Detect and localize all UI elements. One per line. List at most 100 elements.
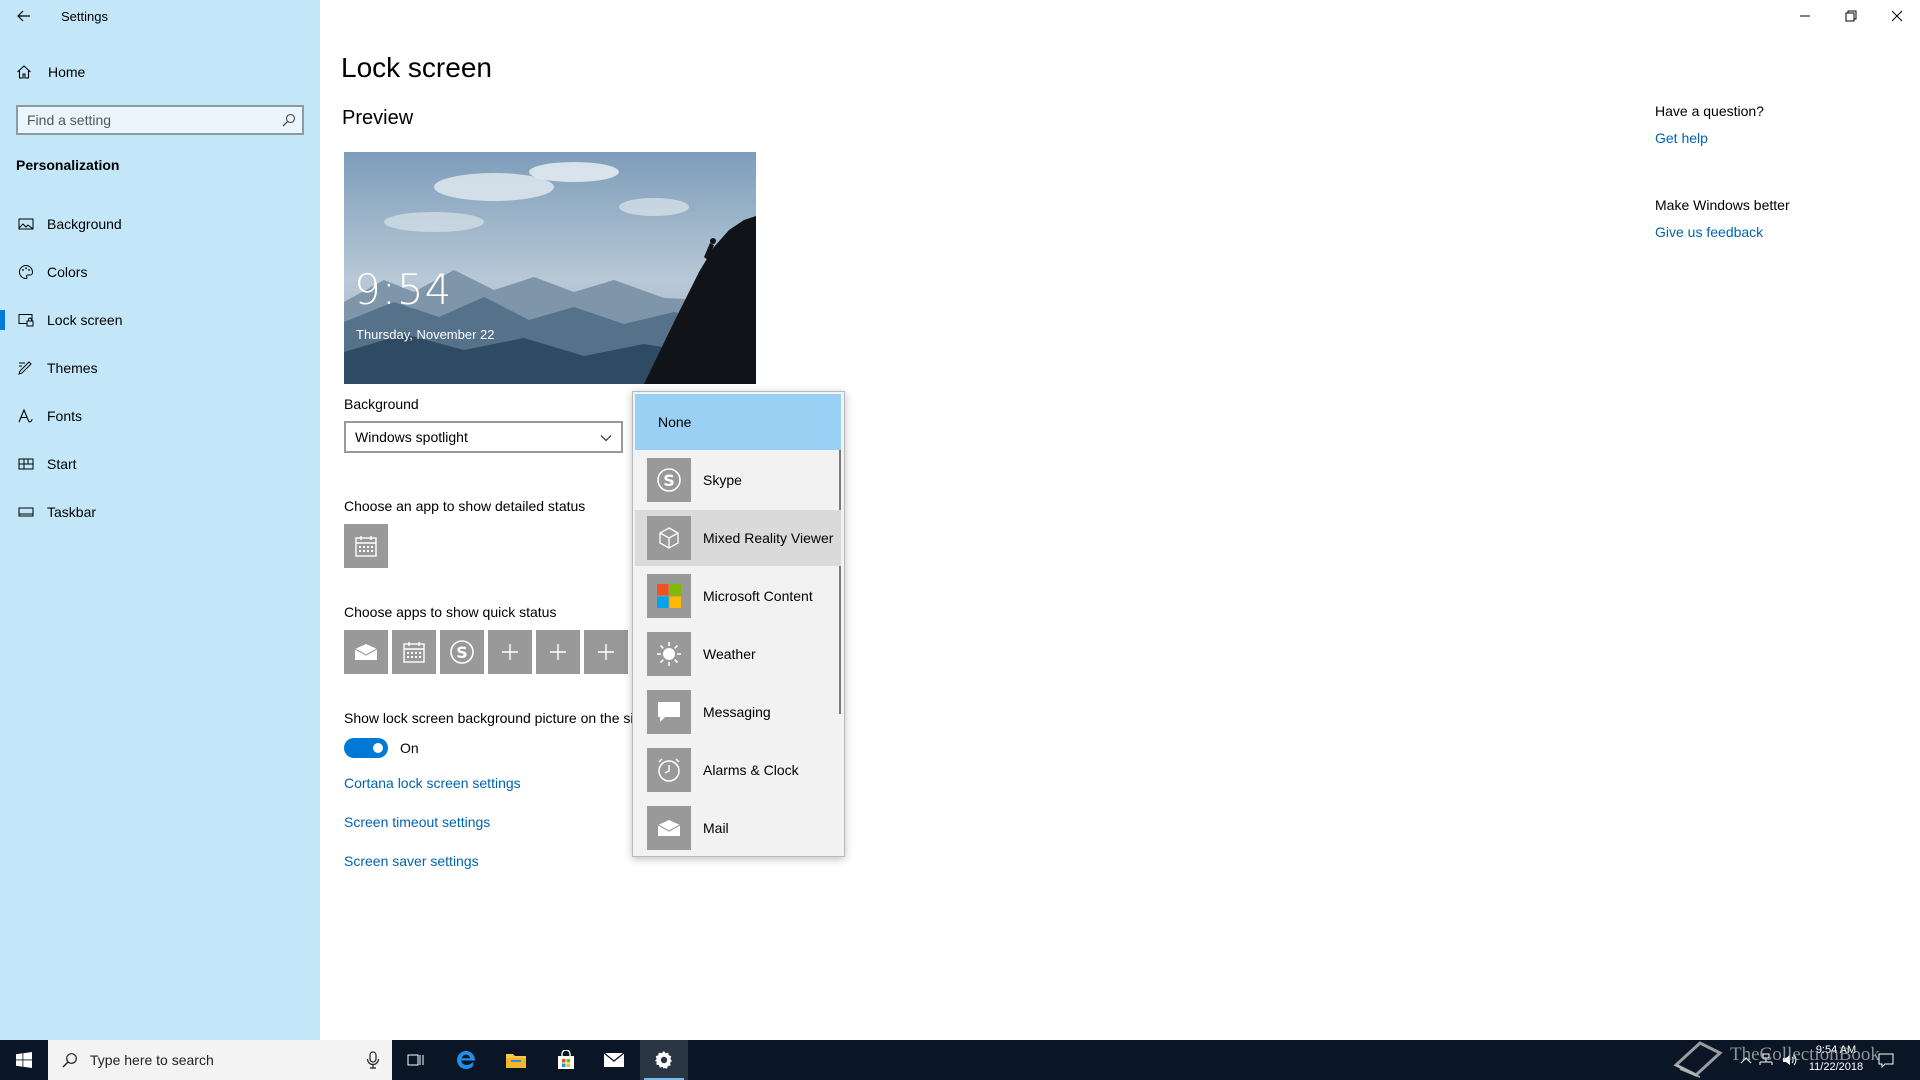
folder-icon bbox=[506, 1054, 526, 1068]
sidebar-item-label: Home bbox=[48, 64, 86, 80]
sidebar-item-themes[interactable]: Themes bbox=[0, 348, 320, 388]
taskbar-file-explorer-button[interactable] bbox=[492, 1040, 540, 1080]
taskbar-mail-button[interactable] bbox=[590, 1040, 638, 1080]
mail-icon bbox=[354, 644, 378, 660]
background-dropdown[interactable]: Windows spotlight bbox=[344, 421, 623, 453]
taskbar-settings-button[interactable] bbox=[640, 1040, 688, 1080]
task-view-button[interactable] bbox=[392, 1040, 440, 1080]
picker-option-mixed-reality-viewer[interactable]: Mixed Reality Viewer bbox=[635, 510, 841, 566]
picker-option-microsoft-content[interactable]: Microsoft Content bbox=[635, 568, 841, 624]
picker-option-messaging[interactable]: Messaging bbox=[635, 684, 841, 740]
preview-heading: Preview bbox=[342, 107, 414, 129]
preview-date: Thursday, November 22 bbox=[356, 327, 495, 342]
sidebar-item-lock-screen[interactable]: Lock screen bbox=[0, 300, 320, 340]
close-icon bbox=[1891, 10, 1903, 22]
detailed-status-label: Choose an app to show detailed status bbox=[344, 498, 586, 514]
network-button[interactable] bbox=[1754, 1040, 1778, 1080]
sidebar-item-start[interactable]: Start bbox=[0, 444, 320, 484]
quick-status-add-button-1[interactable] bbox=[488, 630, 532, 674]
gear-icon bbox=[655, 1051, 672, 1069]
brush-icon bbox=[16, 360, 36, 376]
sidebar-item-label: Fonts bbox=[47, 408, 83, 424]
back-arrow-icon bbox=[17, 10, 30, 22]
have-a-question-heading: Have a question? bbox=[1655, 103, 1764, 119]
clock-icon bbox=[647, 748, 691, 792]
taskbar-search-placeholder: Type here to search bbox=[90, 1052, 214, 1068]
quick-status-add-button-3[interactable] bbox=[584, 630, 628, 674]
quick-status-add-button-2[interactable] bbox=[536, 630, 580, 674]
calendar-icon bbox=[355, 536, 377, 557]
picker-option-label: Skype bbox=[703, 472, 742, 488]
section-heading: Personalization bbox=[16, 157, 120, 173]
lock-screen-icon bbox=[16, 312, 36, 328]
picker-option-label: Weather bbox=[703, 646, 756, 662]
search-icon[interactable] bbox=[282, 113, 296, 127]
toggle-state-label: On bbox=[400, 740, 419, 756]
lock-screen-preview: 9:54 Thursday, November 22 bbox=[344, 152, 756, 384]
skype-icon: S bbox=[647, 458, 691, 502]
start-button[interactable] bbox=[0, 1040, 48, 1080]
sidebar-item-colors[interactable]: Colors bbox=[0, 252, 320, 292]
background-label: Background bbox=[344, 396, 419, 412]
network-icon bbox=[1759, 1053, 1773, 1065]
sidebar-item-label: Taskbar bbox=[47, 504, 97, 520]
picker-option-weather[interactable]: Weather bbox=[635, 626, 841, 682]
sidebar-item-background[interactable]: Background bbox=[0, 204, 320, 244]
picker-option-none[interactable]: None bbox=[635, 394, 841, 450]
search-box[interactable] bbox=[16, 105, 304, 135]
taskbar-clock-date[interactable]: 11/22/2018 bbox=[1800, 1061, 1872, 1073]
chevron-down-icon bbox=[600, 435, 612, 442]
quick-status-mail-button[interactable] bbox=[344, 630, 388, 674]
cortana-lock-screen-settings-link[interactable]: Cortana lock screen settings bbox=[344, 775, 521, 791]
minimize-button[interactable] bbox=[1782, 0, 1828, 32]
restore-button[interactable] bbox=[1828, 0, 1874, 32]
taskbar-clock-time[interactable]: 9:54 AM bbox=[1808, 1044, 1864, 1056]
signin-background-label: Show lock screen background picture on t… bbox=[344, 710, 634, 726]
store-bag-icon bbox=[558, 1050, 574, 1069]
detailed-status-app-button[interactable] bbox=[344, 524, 388, 568]
picker-option-label: None bbox=[658, 414, 692, 430]
picker-option-mail[interactable]: Mail bbox=[635, 800, 841, 856]
sidebar: Settings Home Personalization Background… bbox=[0, 0, 320, 1040]
microphone-icon[interactable] bbox=[366, 1051, 380, 1069]
skype-icon: S bbox=[450, 640, 474, 664]
notification-icon bbox=[1878, 1053, 1894, 1068]
taskbar-edge-button[interactable] bbox=[442, 1040, 490, 1080]
windows-logo-icon bbox=[16, 1052, 32, 1068]
back-button[interactable] bbox=[10, 4, 38, 28]
sidebar-item-label: Background bbox=[47, 216, 122, 232]
picker-option-label: Alarms & Clock bbox=[703, 762, 799, 778]
picker-option-label: Mixed Reality Viewer bbox=[703, 530, 834, 546]
picker-option-alarms-clock[interactable]: Alarms & Clock bbox=[635, 742, 841, 798]
quick-status-calendar-button[interactable] bbox=[392, 630, 436, 674]
signin-background-toggle[interactable] bbox=[344, 738, 388, 758]
sidebar-item-fonts[interactable]: Fonts bbox=[0, 396, 320, 436]
palette-icon bbox=[16, 264, 36, 280]
restore-icon bbox=[1845, 10, 1857, 22]
give-feedback-link[interactable]: Give us feedback bbox=[1655, 224, 1763, 240]
svg-text:S: S bbox=[663, 471, 675, 490]
sidebar-item-home[interactable]: Home bbox=[0, 52, 320, 92]
taskbar-store-button[interactable] bbox=[542, 1040, 590, 1080]
screen-timeout-settings-link[interactable]: Screen timeout settings bbox=[344, 814, 490, 830]
search-input[interactable] bbox=[18, 112, 268, 128]
sun-icon bbox=[647, 632, 691, 676]
taskbar-search-box[interactable]: Type here to search bbox=[48, 1040, 392, 1080]
action-center-button[interactable] bbox=[1866, 1040, 1906, 1080]
home-icon bbox=[14, 64, 34, 80]
search-icon bbox=[62, 1053, 77, 1068]
get-help-link[interactable]: Get help bbox=[1655, 130, 1708, 146]
font-icon bbox=[16, 408, 36, 424]
calendar-icon bbox=[403, 642, 425, 663]
quick-status-app-picker: None S Skype Mixed Reality Viewer Micros… bbox=[632, 391, 845, 857]
chevron-up-icon bbox=[1740, 1057, 1752, 1064]
quick-status-skype-button[interactable]: S bbox=[440, 630, 484, 674]
volume-button[interactable] bbox=[1778, 1040, 1802, 1080]
sidebar-item-label: Start bbox=[47, 456, 77, 472]
screen-saver-settings-link[interactable]: Screen saver settings bbox=[344, 853, 479, 869]
preview-time: 9:54 bbox=[354, 265, 453, 314]
picker-option-skype[interactable]: S Skype bbox=[635, 452, 841, 508]
background-dropdown-value: Windows spotlight bbox=[355, 429, 468, 445]
sidebar-item-taskbar[interactable]: Taskbar bbox=[0, 492, 320, 532]
close-button[interactable] bbox=[1874, 0, 1920, 32]
